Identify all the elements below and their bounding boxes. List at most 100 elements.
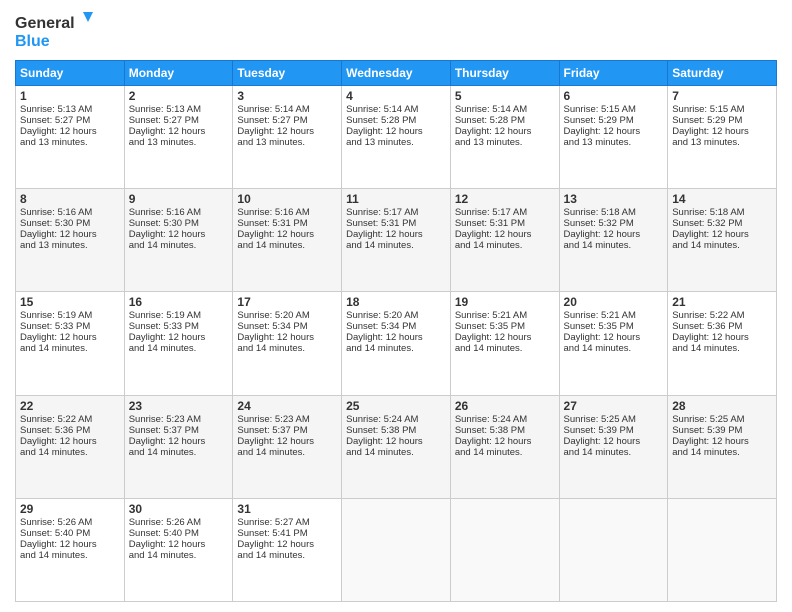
day-info-line: Daylight: 12 hours [129, 126, 229, 137]
day-info-line: Sunrise: 5:21 AM [455, 310, 555, 321]
day-info-line: and 13 minutes. [129, 137, 229, 148]
day-number: 28 [672, 399, 772, 413]
calendar-cell: 4Sunrise: 5:14 AMSunset: 5:28 PMDaylight… [342, 86, 451, 189]
day-info-line: Daylight: 12 hours [564, 126, 664, 137]
day-info-line: Daylight: 12 hours [672, 126, 772, 137]
day-number: 18 [346, 295, 446, 309]
day-info-line: Sunset: 5:35 PM [455, 321, 555, 332]
day-info-line: Sunrise: 5:14 AM [237, 104, 337, 115]
day-number: 24 [237, 399, 337, 413]
day-info-line: Sunrise: 5:22 AM [20, 414, 120, 425]
day-info-line: Sunset: 5:39 PM [672, 425, 772, 436]
day-number: 3 [237, 89, 337, 103]
calendar-cell: 15Sunrise: 5:19 AMSunset: 5:33 PMDayligh… [16, 292, 125, 395]
day-number: 15 [20, 295, 120, 309]
day-info-line: Sunrise: 5:13 AM [129, 104, 229, 115]
page: GeneralBlue SundayMondayTuesdayWednesday… [0, 0, 792, 612]
day-info-line: Daylight: 12 hours [20, 332, 120, 343]
calendar-cell [342, 498, 451, 601]
day-info-line: and 13 minutes. [672, 137, 772, 148]
day-info-line: and 14 minutes. [564, 343, 664, 354]
calendar-cell: 3Sunrise: 5:14 AMSunset: 5:27 PMDaylight… [233, 86, 342, 189]
calendar-cell: 5Sunrise: 5:14 AMSunset: 5:28 PMDaylight… [450, 86, 559, 189]
day-number: 22 [20, 399, 120, 413]
day-info-line: Sunset: 5:32 PM [564, 218, 664, 229]
calendar-cell: 6Sunrise: 5:15 AMSunset: 5:29 PMDaylight… [559, 86, 668, 189]
calendar-header-tuesday: Tuesday [233, 61, 342, 86]
day-info-line: and 14 minutes. [346, 343, 446, 354]
day-number: 23 [129, 399, 229, 413]
day-info-line: and 14 minutes. [129, 550, 229, 561]
day-info-line: Sunset: 5:29 PM [564, 115, 664, 126]
calendar-week-4: 29Sunrise: 5:26 AMSunset: 5:40 PMDayligh… [16, 498, 777, 601]
day-number: 17 [237, 295, 337, 309]
calendar-cell: 13Sunrise: 5:18 AMSunset: 5:32 PMDayligh… [559, 189, 668, 292]
day-info-line: Sunset: 5:29 PM [672, 115, 772, 126]
day-number: 27 [564, 399, 664, 413]
calendar-cell: 10Sunrise: 5:16 AMSunset: 5:31 PMDayligh… [233, 189, 342, 292]
header: GeneralBlue [15, 10, 777, 52]
day-info-line: Daylight: 12 hours [564, 436, 664, 447]
calendar-cell: 9Sunrise: 5:16 AMSunset: 5:30 PMDaylight… [124, 189, 233, 292]
day-info-line: Sunset: 5:33 PM [129, 321, 229, 332]
calendar-cell: 23Sunrise: 5:23 AMSunset: 5:37 PMDayligh… [124, 395, 233, 498]
day-number: 8 [20, 192, 120, 206]
day-info-line: Sunset: 5:36 PM [672, 321, 772, 332]
day-info-line: and 13 minutes. [20, 137, 120, 148]
day-number: 20 [564, 295, 664, 309]
day-info-line: Daylight: 12 hours [237, 332, 337, 343]
day-info-line: Sunrise: 5:15 AM [564, 104, 664, 115]
day-info-line: Sunset: 5:40 PM [20, 528, 120, 539]
day-info-line: Daylight: 12 hours [129, 436, 229, 447]
day-info-line: and 14 minutes. [20, 343, 120, 354]
day-info-line: and 14 minutes. [129, 240, 229, 251]
day-info-line: and 13 minutes. [237, 137, 337, 148]
day-info-line: Daylight: 12 hours [20, 229, 120, 240]
day-info-line: Sunrise: 5:14 AM [455, 104, 555, 115]
day-info-line: Sunrise: 5:27 AM [237, 517, 337, 528]
day-info-line: Sunrise: 5:20 AM [346, 310, 446, 321]
day-info-line: and 14 minutes. [237, 240, 337, 251]
day-info-line: and 14 minutes. [129, 447, 229, 458]
day-info-line: Daylight: 12 hours [237, 229, 337, 240]
day-info-line: Sunset: 5:28 PM [346, 115, 446, 126]
calendar-cell: 22Sunrise: 5:22 AMSunset: 5:36 PMDayligh… [16, 395, 125, 498]
day-info-line: Sunrise: 5:19 AM [129, 310, 229, 321]
calendar-cell: 24Sunrise: 5:23 AMSunset: 5:37 PMDayligh… [233, 395, 342, 498]
calendar-cell: 29Sunrise: 5:26 AMSunset: 5:40 PMDayligh… [16, 498, 125, 601]
calendar-cell: 25Sunrise: 5:24 AMSunset: 5:38 PMDayligh… [342, 395, 451, 498]
day-info-line: and 14 minutes. [672, 343, 772, 354]
day-number: 1 [20, 89, 120, 103]
day-info-line: Sunset: 5:35 PM [564, 321, 664, 332]
day-info-line: Sunrise: 5:23 AM [237, 414, 337, 425]
day-info-line: Daylight: 12 hours [129, 229, 229, 240]
day-number: 2 [129, 89, 229, 103]
day-info-line: Sunrise: 5:20 AM [237, 310, 337, 321]
calendar-header-row: SundayMondayTuesdayWednesdayThursdayFrid… [16, 61, 777, 86]
day-info-line: and 14 minutes. [237, 447, 337, 458]
day-number: 30 [129, 502, 229, 516]
day-info-line: Sunset: 5:31 PM [455, 218, 555, 229]
day-info-line: Sunrise: 5:21 AM [564, 310, 664, 321]
day-number: 16 [129, 295, 229, 309]
calendar-cell: 27Sunrise: 5:25 AMSunset: 5:39 PMDayligh… [559, 395, 668, 498]
calendar-cell: 17Sunrise: 5:20 AMSunset: 5:34 PMDayligh… [233, 292, 342, 395]
day-info-line: Sunset: 5:38 PM [346, 425, 446, 436]
calendar-cell: 7Sunrise: 5:15 AMSunset: 5:29 PMDaylight… [668, 86, 777, 189]
day-info-line: Sunset: 5:27 PM [20, 115, 120, 126]
calendar-header-friday: Friday [559, 61, 668, 86]
day-info-line: Sunrise: 5:25 AM [672, 414, 772, 425]
day-info-line: and 14 minutes. [672, 240, 772, 251]
day-info-line: Daylight: 12 hours [455, 436, 555, 447]
calendar-cell: 2Sunrise: 5:13 AMSunset: 5:27 PMDaylight… [124, 86, 233, 189]
day-number: 19 [455, 295, 555, 309]
calendar-cell: 26Sunrise: 5:24 AMSunset: 5:38 PMDayligh… [450, 395, 559, 498]
day-number: 6 [564, 89, 664, 103]
day-info-line: Daylight: 12 hours [455, 126, 555, 137]
day-info-line: and 14 minutes. [455, 343, 555, 354]
day-number: 21 [672, 295, 772, 309]
day-info-line: Daylight: 12 hours [20, 436, 120, 447]
day-info-line: Sunset: 5:39 PM [564, 425, 664, 436]
day-info-line: Daylight: 12 hours [672, 436, 772, 447]
day-info-line: Daylight: 12 hours [346, 126, 446, 137]
